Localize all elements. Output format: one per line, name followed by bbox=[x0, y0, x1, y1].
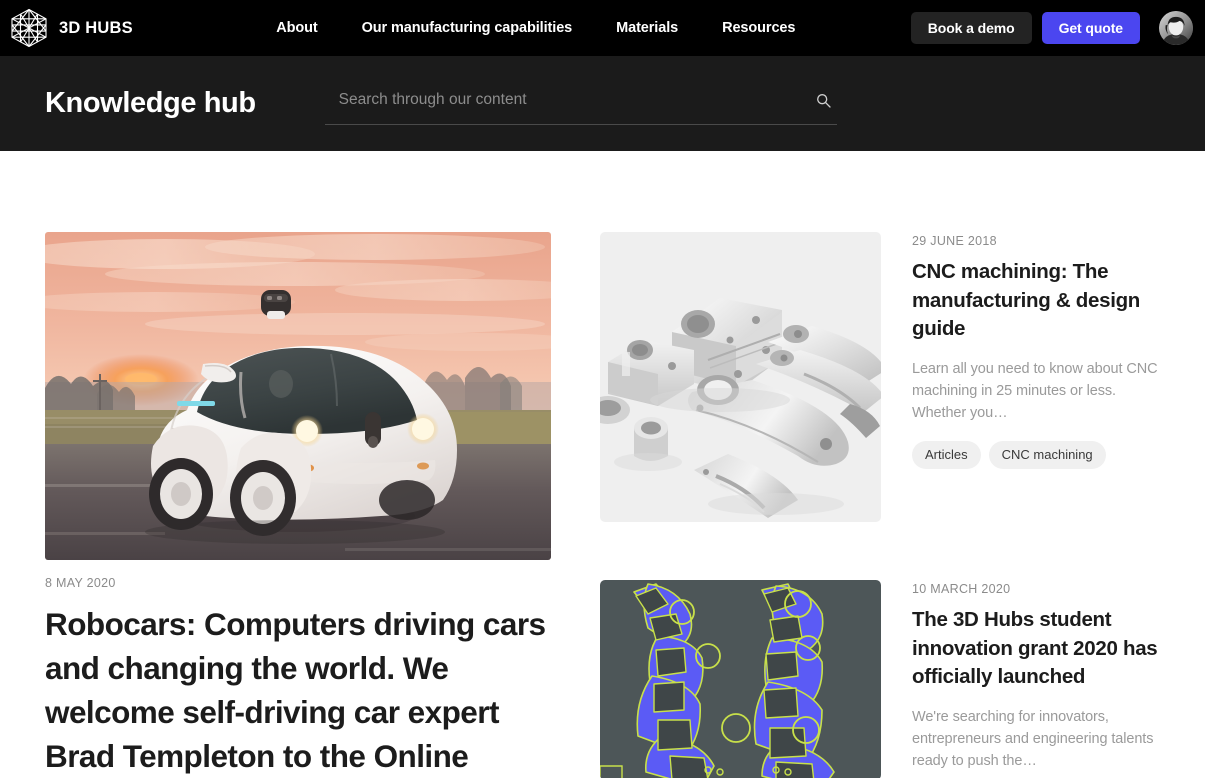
article-excerpt: Learn all you need to know about CNC mac… bbox=[912, 360, 1158, 421]
page-title: Knowledge hub bbox=[45, 87, 256, 119]
article-image-student-grant[interactable] bbox=[600, 580, 881, 778]
search-input[interactable] bbox=[324, 91, 811, 115]
article-date: 10 MARCH 2020 bbox=[912, 582, 1011, 596]
article-body-cnc-machining: 29 JUNE 2018 CNC machining: The manufact… bbox=[912, 232, 1160, 469]
tag-cnc-machining[interactable]: CNC machining bbox=[988, 440, 1106, 469]
search-icon[interactable] bbox=[811, 93, 837, 114]
top-navigation-bar: 3D HUBS About Our manufacturing capabili… bbox=[0, 0, 1205, 56]
featured-article-image[interactable] bbox=[45, 232, 551, 560]
article-card-student-grant[interactable]: 10 MARCH 2020 The 3D Hubs student innova… bbox=[600, 580, 1160, 778]
nav-link-capabilities[interactable]: Our manufacturing capabilities bbox=[340, 20, 595, 36]
knowledge-hub-header: Knowledge hub bbox=[0, 56, 1205, 151]
article-card-cnc-machining[interactable]: 29 JUNE 2018 CNC machining: The manufact… bbox=[600, 232, 1160, 522]
hex-lattice-logo-icon bbox=[10, 8, 48, 48]
nav-action-buttons: Book a demo Get quote bbox=[910, 11, 1193, 45]
featured-article-date: 8 MAY 2020 bbox=[45, 576, 116, 590]
article-title[interactable]: The 3D Hubs student innovation grant 202… bbox=[912, 606, 1160, 692]
brand-name-text: 3D HUBS bbox=[59, 18, 133, 37]
nav-link-materials[interactable]: Materials bbox=[594, 20, 700, 36]
avatar[interactable] bbox=[1159, 11, 1193, 45]
article-title[interactable]: CNC machining: The manufacturing & desig… bbox=[912, 258, 1160, 344]
featured-article-title[interactable]: Robocars: Computers driving cars and cha… bbox=[45, 602, 551, 778]
article-image-cnc-machining[interactable] bbox=[600, 232, 881, 522]
featured-article-card[interactable]: 8 MAY 2020 Robocars: Computers driving c… bbox=[45, 232, 551, 778]
article-body-student-grant: 10 MARCH 2020 The 3D Hubs student innova… bbox=[912, 580, 1160, 772]
main-content: 8 MAY 2020 Robocars: Computers driving c… bbox=[0, 151, 1205, 778]
nav-link-resources[interactable]: Resources bbox=[700, 20, 817, 36]
article-list: 29 JUNE 2018 CNC machining: The manufact… bbox=[600, 232, 1160, 778]
book-demo-button[interactable]: Book a demo bbox=[910, 12, 1032, 44]
search-bar bbox=[324, 83, 837, 125]
article-date: 29 JUNE 2018 bbox=[912, 234, 997, 248]
article-excerpt: We're searching for innovators, entrepre… bbox=[912, 708, 1154, 769]
nav-link-about[interactable]: About bbox=[254, 20, 339, 36]
article-tag-list: Articles CNC machining bbox=[912, 440, 1160, 469]
brand-logo-link[interactable]: 3D HUBS bbox=[10, 8, 133, 48]
tag-articles[interactable]: Articles bbox=[912, 440, 981, 469]
get-quote-button[interactable]: Get quote bbox=[1041, 12, 1140, 44]
main-nav-links: About Our manufacturing capabilities Mat… bbox=[161, 20, 911, 36]
